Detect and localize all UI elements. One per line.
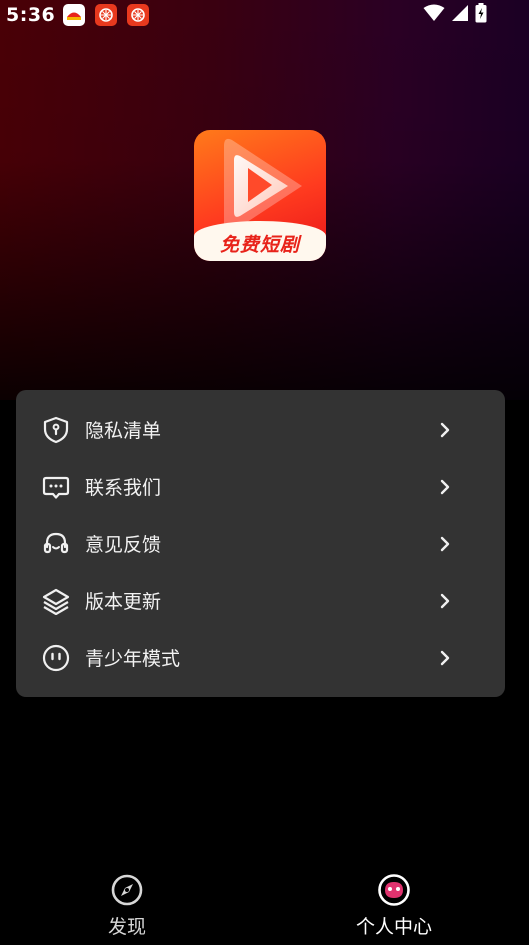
- app-logo: 免费短剧: [194, 130, 326, 261]
- status-bar: 5:36: [0, 0, 529, 30]
- chat-icon: [41, 472, 71, 502]
- menu-item-teen-mode[interactable]: 青少年模式: [16, 629, 505, 686]
- nav-tab-label: 个人中心: [355, 916, 432, 938]
- nav-tab-profile[interactable]: 个人中心: [264, 860, 528, 945]
- menu-item-version-update[interactable]: 版本更新: [16, 572, 505, 629]
- settings-menu-card: 隐私清单 联系我们 意见反馈 版本更新 青少年模式: [16, 390, 505, 697]
- menu-item-label: 意见反馈: [85, 534, 162, 556]
- chevron-right-icon: [435, 477, 455, 497]
- layers-icon: [41, 586, 71, 616]
- menu-item-label: 青少年模式: [85, 648, 181, 670]
- bottom-navigation: 发现 个人中心: [0, 860, 529, 945]
- menu-item-feedback[interactable]: 意见反馈: [16, 515, 505, 572]
- battery-charging-icon: [475, 3, 487, 27]
- chevron-right-icon: [435, 648, 455, 668]
- menu-item-label: 联系我们: [85, 477, 162, 499]
- notification-app-icon: [95, 4, 118, 26]
- nav-tab-label: 发现: [107, 916, 146, 938]
- menu-item-label: 隐私清单: [85, 420, 162, 442]
- notification-app-icon: [127, 4, 150, 26]
- chevron-right-icon: [435, 591, 455, 611]
- compass-icon: [110, 873, 144, 907]
- chevron-right-icon: [435, 534, 455, 554]
- chevron-right-icon: [435, 420, 455, 440]
- menu-item-privacy-list[interactable]: 隐私清单: [16, 401, 505, 458]
- status-time: 5:36: [6, 4, 56, 26]
- nav-tab-discover[interactable]: 发现: [0, 860, 264, 945]
- signal-icon: [451, 4, 469, 26]
- wifi-icon: [423, 4, 445, 26]
- menu-item-contact-us[interactable]: 联系我们: [16, 458, 505, 515]
- profile-face-icon: [377, 873, 411, 907]
- smiley-icon: [41, 643, 71, 673]
- logo-text: 免费短剧: [219, 234, 300, 256]
- headset-icon: [41, 529, 71, 559]
- notification-app-icon: [63, 4, 86, 26]
- shield-lock-icon: [41, 415, 71, 445]
- menu-item-label: 版本更新: [85, 591, 162, 613]
